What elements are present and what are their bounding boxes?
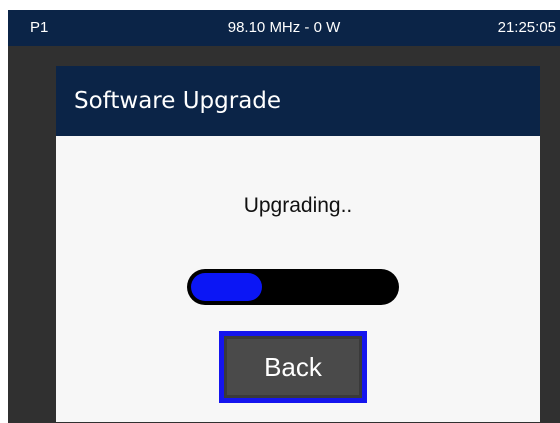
dialog-title: Software Upgrade xyxy=(74,88,282,114)
dialog-header: Software Upgrade xyxy=(56,66,540,136)
upgrade-status-message: Upgrading.. xyxy=(243,194,353,217)
upgrade-progress-fill xyxy=(191,273,262,301)
frequency-power-readout: 98.10 MHz - 0 W xyxy=(227,19,341,36)
device-screen: P1 98.10 MHz - 0 W 21:25:05 Software Upg… xyxy=(8,10,560,423)
status-bar: P1 98.10 MHz - 0 W 21:25:05 xyxy=(8,10,560,46)
software-upgrade-dialog: Software Upgrade Upgrading.. Back xyxy=(56,66,540,422)
back-button[interactable]: Back xyxy=(219,331,367,403)
upgrade-progress-bar xyxy=(187,269,399,305)
clock: 21:25:05 xyxy=(497,19,556,36)
